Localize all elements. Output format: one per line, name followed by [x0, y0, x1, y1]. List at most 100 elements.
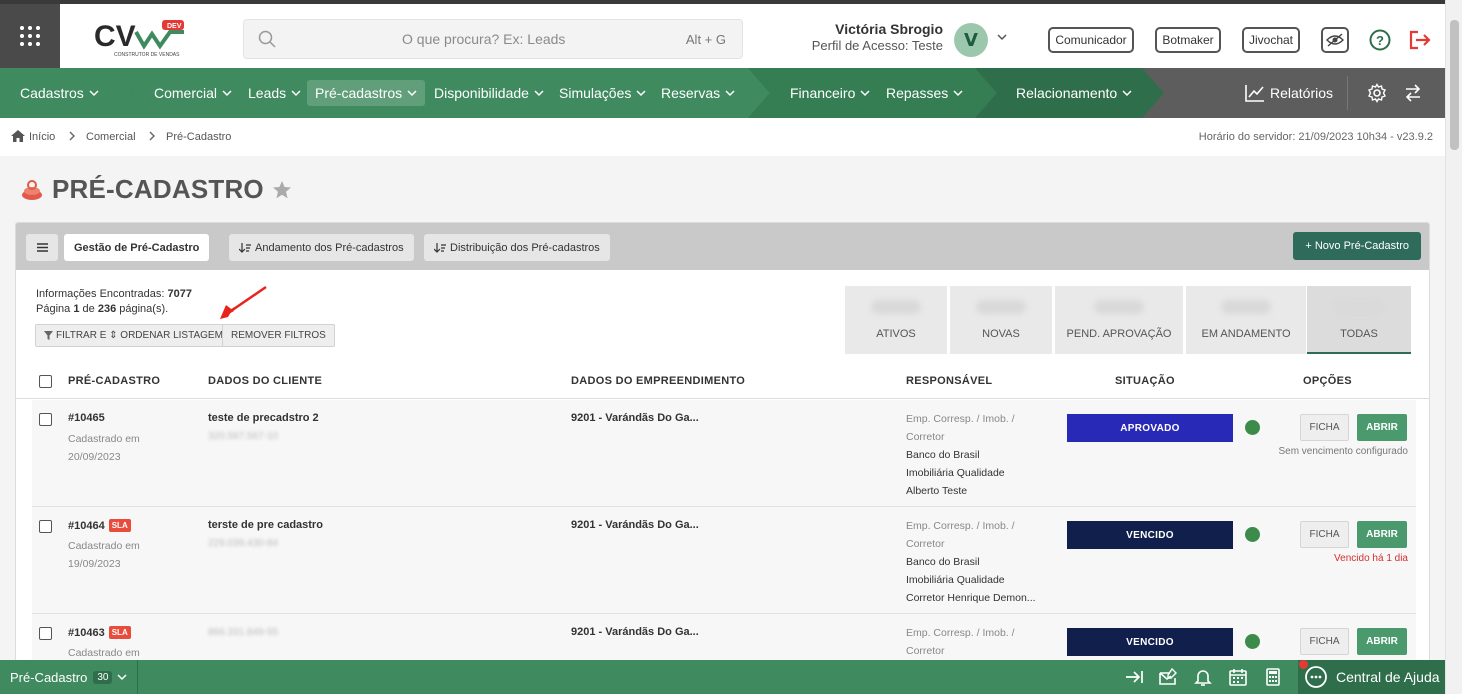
select-all-checkbox[interactable] [39, 375, 52, 388]
svg-text:CV: CV [94, 20, 136, 53]
search-box[interactable]: O que procura? Ex: Leads Alt + G [243, 19, 743, 59]
footer-module[interactable]: Pré-Cadastro 30 [0, 660, 138, 694]
abrir-button[interactable]: ABRIR [1357, 414, 1407, 441]
user-name: Victória Sbrogio [835, 21, 943, 37]
jivochat-button[interactable]: Jivochat [1242, 27, 1300, 53]
mail-edit-icon[interactable] [1158, 667, 1178, 687]
sort-icon [434, 242, 446, 253]
settings-button[interactable] [1367, 68, 1387, 118]
stat-value-blurred [871, 300, 921, 314]
breadcrumb-pre-cadastro: Pré-Cadastro [166, 131, 232, 143]
row-responsavel: Emp. Corresp. / Imob. / Corretor [906, 627, 1015, 657]
scrollbar[interactable] [1445, 0, 1462, 694]
stat-pend-aprovacao[interactable]: PEND. APROVAÇÃO [1055, 286, 1183, 354]
filter-order-button[interactable]: FILTRAR E ⇕ ORDENAR LISTAGEM [35, 324, 232, 347]
table-row[interactable]: #10465 Cadastrado em 20/09/2023 teste de … [32, 400, 1416, 507]
nav-disponibilidade[interactable]: Disponibilidade [434, 68, 544, 118]
main-nav: Cadastros Comercial Leads Pré-cadastros … [0, 68, 1445, 118]
arrow-to-right-icon[interactable] [1124, 667, 1144, 687]
logout-button[interactable] [1406, 26, 1434, 54]
nav-repasses[interactable]: Repasses [886, 68, 963, 118]
chevron-right-icon [149, 131, 155, 141]
chevron-down-icon [117, 674, 127, 681]
row-client-name[interactable]: terste de pre cadastro [208, 519, 323, 531]
expiry-text: Vencido há 1 dia [1334, 553, 1408, 564]
page-title-text: PRÉ-CADASTRO [52, 174, 264, 204]
chevron-down-icon [725, 90, 735, 97]
row-checkbox[interactable] [39, 413, 52, 426]
help-button[interactable]: ? [1366, 26, 1394, 54]
nav-pre-cadastros[interactable]: Pré-cadastros [307, 80, 426, 106]
tab-andamento[interactable]: Andamento dos Pré-cadastros [229, 234, 414, 261]
nav-reservas[interactable]: Reservas [661, 68, 735, 118]
chevron-down-icon [407, 90, 417, 97]
calendar-icon[interactable] [1228, 667, 1248, 687]
tab-gestao[interactable]: Gestão de Pré-Cadastro [64, 234, 210, 261]
col-empreendimento: DADOS DO EMPREENDIMENTO [571, 375, 746, 387]
comunicador-button[interactable]: Comunicador [1048, 27, 1134, 53]
nav-financeiro[interactable]: Financeiro [790, 68, 870, 118]
calculator-icon[interactable] [1263, 667, 1283, 687]
search-shortcut: Alt + G [685, 32, 726, 47]
breadcrumb-home[interactable]: Início [29, 131, 55, 143]
table-row[interactable]: #10464 SLA Cadastrado em 19/09/2023 terste… [32, 507, 1416, 614]
stat-em-andamento[interactable]: EM ANDAMENTO [1186, 286, 1306, 354]
home-icon [11, 130, 25, 142]
bell-icon[interactable] [1193, 667, 1213, 687]
row-created: Cadastrado em 19/09/2023 [68, 540, 140, 570]
row-empreendimento: 9201 - Varándãs Do Ga... [571, 626, 699, 638]
row-client-name[interactable]: teste de precadstro 2 [208, 412, 319, 424]
row-checkbox[interactable] [39, 520, 52, 533]
botmaker-button[interactable]: Botmaker [1155, 27, 1221, 53]
help-center-button[interactable]: Central de Ajuda [1298, 660, 1445, 694]
tab-distribuicao[interactable]: Distribuição dos Pré-cadastros [424, 234, 610, 261]
apps-grid-button[interactable] [0, 4, 60, 68]
stat-value-blurred [1094, 300, 1144, 314]
col-situacao: SITUAÇÃO [1115, 375, 1175, 387]
chat-icon [1305, 666, 1327, 688]
nav-leads[interactable]: Leads [248, 68, 301, 118]
row-checkbox[interactable] [39, 627, 52, 640]
stat-ativos[interactable]: ATIVOS [845, 286, 947, 354]
menu-toggle-button[interactable] [26, 234, 58, 261]
chevron-down-icon [222, 90, 232, 97]
search-placeholder: O que procura? Ex: Leads [402, 31, 566, 47]
footer-count: 30 [93, 670, 113, 684]
table-row[interactable]: #10463 SLA Cadastrado em 866.331.849-55 9… [32, 614, 1416, 661]
logo[interactable]: CV DEV CONSTRUTOR DE VENDAS [92, 18, 192, 58]
nav-relacionamento[interactable]: Relacionamento [1016, 68, 1132, 118]
sla-badge: SLA [108, 626, 131, 639]
abrir-button[interactable]: ABRIR [1357, 628, 1407, 655]
logout-icon [1409, 30, 1431, 50]
stat-value-blurred [1334, 300, 1384, 314]
scrollbar-thumb[interactable] [1450, 20, 1459, 150]
nav-comercial[interactable]: Comercial [154, 68, 232, 118]
new-pre-cadastro-button[interactable]: + Novo Pré-Cadastro [1293, 232, 1421, 260]
star-icon[interactable] [272, 180, 292, 200]
ficha-button[interactable]: FICHA [1300, 414, 1349, 441]
nav-simulacoes[interactable]: Simulações [559, 68, 646, 118]
stat-todas[interactable]: TODAS [1307, 286, 1411, 354]
nav-cadastros[interactable]: Cadastros [20, 68, 99, 118]
top-bar: CV DEV CONSTRUTOR DE VENDAS O que procur… [0, 0, 1445, 68]
remove-filters-button[interactable]: REMOVER FILTROS [222, 324, 335, 347]
table-header: PRÉ-CADASTRO DADOS DO CLIENTE DADOS DO E… [16, 363, 1429, 399]
chevron-down-icon[interactable] [996, 32, 1008, 42]
abrir-button[interactable]: ABRIR [1357, 521, 1407, 548]
hamburger-icon [36, 243, 48, 252]
row-id: #10465 [68, 412, 105, 424]
row-empreendimento: 9201 - Varándãs Do Ga... [571, 412, 699, 424]
avatar[interactable]: V [954, 23, 988, 57]
user-info[interactable]: Victória Sbrogio Perfil de Acesso: Teste [812, 21, 943, 53]
privacy-toggle-button[interactable] [1321, 27, 1349, 53]
nav-relatorios[interactable]: Relatórios [1245, 68, 1333, 118]
switch-button[interactable] [1404, 68, 1422, 118]
status-badge: VENCIDO [1067, 628, 1233, 656]
breadcrumb-comercial[interactable]: Comercial [86, 131, 136, 143]
stat-novas[interactable]: NOVAS [950, 286, 1052, 354]
svg-text:DEV: DEV [167, 23, 182, 30]
ficha-button[interactable]: FICHA [1300, 628, 1349, 655]
chevron-down-icon [636, 90, 646, 97]
ficha-button[interactable]: FICHA [1300, 521, 1349, 548]
question-circle-icon: ? [1369, 29, 1391, 51]
